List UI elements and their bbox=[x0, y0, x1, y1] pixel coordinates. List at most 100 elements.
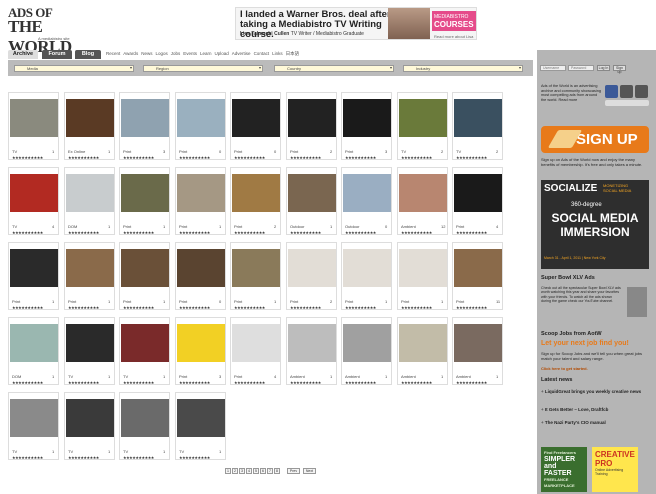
nav-link[interactable]: Links bbox=[272, 51, 283, 56]
page-link[interactable]: 6 bbox=[260, 468, 266, 474]
ad-thumbnail[interactable] bbox=[121, 324, 169, 362]
star-rating[interactable]: ★★★★★★★★★★ bbox=[456, 230, 487, 235]
ad-card[interactable]: Ex Online 1 ★★★★★★★★★★ bbox=[64, 92, 115, 160]
tab-archive[interactable]: Archive bbox=[8, 50, 38, 59]
ad-card[interactable]: Print 2 ★★★★★★★★★★ bbox=[286, 92, 337, 160]
star-rating[interactable]: ★★★★★★★★★★ bbox=[234, 155, 265, 160]
star-rating[interactable]: ★★★★★★★★★★ bbox=[290, 380, 321, 385]
star-rating[interactable]: ★★★★★★★★★★ bbox=[345, 380, 376, 385]
page-link[interactable]: 2 bbox=[232, 468, 238, 474]
star-rating[interactable]: ★★★★★★★★★★ bbox=[401, 155, 432, 160]
news-item[interactable]: LiquidGreat brings you weekly creative n… bbox=[541, 389, 649, 395]
ad-card[interactable]: Print 11 ★★★★★★★★★★ bbox=[452, 242, 503, 310]
nav-link[interactable]: Jobs bbox=[171, 51, 181, 56]
ad-card[interactable]: TV 1 ★★★★★★★★★★ bbox=[8, 92, 59, 160]
ad-card[interactable]: Outdoor 1 ★★★★★★★★★★ bbox=[286, 167, 337, 235]
nav-link[interactable]: News bbox=[141, 51, 152, 56]
username-input[interactable]: Username bbox=[540, 65, 566, 71]
page-link[interactable]: 3 bbox=[239, 468, 245, 474]
ad-card[interactable]: Print 1 ★★★★★★★★★★ bbox=[8, 242, 59, 310]
nav-link[interactable]: Logos bbox=[155, 51, 167, 56]
nav-link[interactable]: 日本語 bbox=[286, 51, 300, 56]
star-rating[interactable]: ★★★★★★★★★★ bbox=[401, 305, 432, 310]
news-item[interactable]: It Gets Better – Love, Draftfcb bbox=[541, 407, 609, 412]
ad-thumbnail[interactable] bbox=[177, 324, 225, 362]
filter-media[interactable]: Media bbox=[14, 65, 134, 72]
facebook-icon[interactable] bbox=[605, 85, 618, 98]
nav-link[interactable]: Advertise bbox=[232, 51, 251, 56]
nav-link[interactable]: Events bbox=[183, 51, 197, 56]
star-rating[interactable]: ★★★★★★★★★★ bbox=[179, 380, 210, 385]
site-logo[interactable]: ADS OF THE WORLD A mediabistro site bbox=[8, 5, 76, 56]
ad-thumbnail[interactable] bbox=[343, 99, 391, 137]
ad-thumbnail[interactable] bbox=[454, 324, 502, 362]
signup-link[interactable]: Sign up bbox=[613, 65, 626, 74]
ad-thumbnail[interactable] bbox=[66, 174, 114, 212]
ad-thumbnail[interactable] bbox=[343, 324, 391, 362]
star-rating[interactable]: ★★★★★★★★★★ bbox=[290, 155, 321, 160]
star-rating[interactable]: ★★★★★★★★★★ bbox=[234, 230, 265, 235]
ad-card[interactable]: DOM 1 ★★★★★★★★★★ bbox=[8, 317, 59, 385]
ad-card[interactable]: Print 0 ★★★★★★★★★★ bbox=[230, 92, 281, 160]
star-rating[interactable]: ★★★★★★★★★★ bbox=[68, 455, 99, 460]
star-rating[interactable]: ★★★★★★★★★★ bbox=[68, 155, 99, 160]
star-rating[interactable]: ★★★★★★★★★★ bbox=[345, 305, 376, 310]
login-button[interactable]: Log In bbox=[597, 65, 610, 71]
page-link[interactable]: 8 bbox=[274, 468, 280, 474]
prev-page-button[interactable]: Prev bbox=[287, 468, 300, 474]
like-button-icon[interactable] bbox=[605, 100, 649, 106]
ad-card[interactable]: TV 4 ★★★★★★★★★★ bbox=[8, 167, 59, 235]
password-input[interactable]: Password bbox=[568, 65, 594, 71]
ad-card[interactable]: Print 0 ★★★★★★★★★★ bbox=[175, 92, 226, 160]
star-rating[interactable]: ★★★★★★★★★★ bbox=[123, 455, 154, 460]
ad-card[interactable]: TV 1 ★★★★★★★★★★ bbox=[64, 392, 115, 460]
ad-thumbnail[interactable] bbox=[454, 249, 502, 287]
ad-card[interactable]: Print 1 ★★★★★★★★★★ bbox=[230, 242, 281, 310]
nav-link[interactable]: Recent bbox=[106, 51, 120, 56]
star-rating[interactable]: ★★★★★★★★★★ bbox=[234, 305, 265, 310]
star-rating[interactable]: ★★★★★★★★★★ bbox=[123, 155, 154, 160]
ad-thumbnail[interactable] bbox=[66, 249, 114, 287]
page-link[interactable]: 7 bbox=[267, 468, 273, 474]
ad-thumbnail[interactable] bbox=[177, 99, 225, 137]
ad-thumbnail[interactable] bbox=[343, 174, 391, 212]
ad-thumbnail[interactable] bbox=[399, 174, 447, 212]
ad-card[interactable]: Print 3 ★★★★★★★★★★ bbox=[175, 317, 226, 385]
ad-thumbnail[interactable] bbox=[121, 99, 169, 137]
ad-thumbnail[interactable] bbox=[399, 99, 447, 137]
ad-card[interactable]: Print 4 ★★★★★★★★★★ bbox=[452, 167, 503, 235]
ad-card[interactable]: TV 2 ★★★★★★★★★★ bbox=[452, 92, 503, 160]
ad-thumbnail[interactable] bbox=[399, 324, 447, 362]
ad-card[interactable]: Print 1 ★★★★★★★★★★ bbox=[119, 242, 170, 310]
ad-card[interactable]: Print 1 ★★★★★★★★★★ bbox=[397, 242, 448, 310]
star-rating[interactable]: ★★★★★★★★★★ bbox=[179, 305, 210, 310]
youtube-icon[interactable] bbox=[635, 85, 648, 98]
ad-card[interactable]: Outdoor 0 ★★★★★★★★★★ bbox=[341, 167, 392, 235]
ad-more-link[interactable]: Read more about Lisa bbox=[434, 34, 473, 39]
tab-blog[interactable]: Blog bbox=[75, 50, 101, 59]
ad-thumbnail[interactable] bbox=[10, 99, 58, 137]
tab-forum[interactable]: Forum bbox=[42, 50, 72, 59]
ad-card[interactable]: Print 1 ★★★★★★★★★★ bbox=[341, 242, 392, 310]
star-rating[interactable]: ★★★★★★★★★★ bbox=[12, 230, 43, 235]
ad-card[interactable]: Print 4 ★★★★★★★★★★ bbox=[230, 317, 281, 385]
filter-country[interactable]: Country bbox=[274, 65, 394, 72]
ad-thumbnail[interactable] bbox=[66, 399, 114, 437]
ad-thumbnail[interactable] bbox=[121, 399, 169, 437]
ad-card[interactable]: Ambient 1 ★★★★★★★★★★ bbox=[397, 317, 448, 385]
ad-card[interactable]: Print 1 ★★★★★★★★★★ bbox=[119, 167, 170, 235]
ad-card[interactable]: Print 2 ★★★★★★★★★★ bbox=[230, 167, 281, 235]
ad-card[interactable]: Print 1 ★★★★★★★★★★ bbox=[175, 167, 226, 235]
star-rating[interactable]: ★★★★★★★★★★ bbox=[179, 230, 210, 235]
ad-thumbnail[interactable] bbox=[177, 399, 225, 437]
nav-link[interactable]: Awards bbox=[123, 51, 138, 56]
nav-link[interactable]: Learn bbox=[200, 51, 212, 56]
star-rating[interactable]: ★★★★★★★★★★ bbox=[401, 230, 432, 235]
ad-thumbnail[interactable] bbox=[288, 174, 336, 212]
star-rating[interactable]: ★★★★★★★★★★ bbox=[179, 455, 210, 460]
ad-card[interactable]: Ambient 12 ★★★★★★★★★★ bbox=[397, 167, 448, 235]
star-rating[interactable]: ★★★★★★★★★★ bbox=[123, 230, 154, 235]
ad-thumbnail[interactable] bbox=[10, 249, 58, 287]
star-rating[interactable]: ★★★★★★★★★★ bbox=[123, 305, 154, 310]
ad-card[interactable]: TV 1 ★★★★★★★★★★ bbox=[64, 317, 115, 385]
